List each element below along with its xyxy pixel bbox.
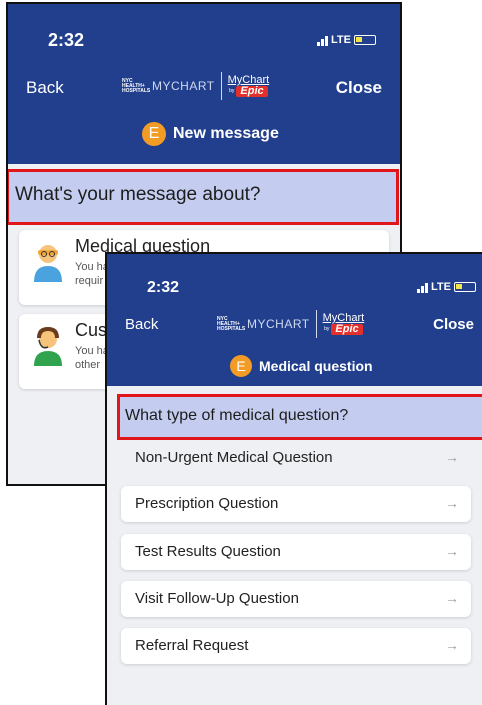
option-prescription-question[interactable]: Prescription Question → [121, 486, 471, 522]
user-avatar-badge: E [142, 122, 166, 146]
logo-divider [220, 72, 222, 100]
back-button[interactable]: Back [26, 78, 64, 98]
option-visit-follow-up-question[interactable]: Visit Follow-Up Question → [121, 581, 471, 617]
back-button[interactable]: Back [125, 316, 158, 333]
page-title: E Medical question [230, 355, 373, 377]
by-label: by [324, 326, 330, 332]
question-heading: What type of medical question? [117, 394, 482, 440]
option-label: Prescription Question [135, 495, 279, 512]
battery-icon [454, 282, 476, 292]
signal-icon [317, 35, 329, 46]
epic-label: Epic [331, 324, 363, 335]
app-name: MYCHART [152, 79, 215, 93]
status-indicators: LTE [417, 281, 476, 293]
by-label: by [229, 88, 235, 94]
status-time: 2:32 [48, 30, 85, 50]
arrow-right-icon: → [445, 449, 459, 465]
logo-divider [315, 310, 317, 338]
close-button[interactable]: Close [433, 316, 474, 333]
option-label: Referral Request [135, 637, 249, 654]
signal-icon [417, 282, 429, 293]
org-logo: NYC HEALTH+ HOSPITALS [217, 315, 246, 332]
support-agent-icon [34, 326, 62, 366]
option-label: Non-Urgent Medical Question [135, 449, 333, 466]
arrow-right-icon: → [445, 637, 459, 653]
arrow-right-icon: → [445, 543, 459, 559]
epic-label: Epic [236, 86, 268, 97]
network-label: LTE [431, 281, 451, 293]
page-title-text: Medical question [259, 358, 373, 374]
arrow-right-icon: → [445, 495, 459, 511]
option-label: Test Results Question [135, 543, 281, 560]
close-button[interactable]: Close [336, 78, 382, 98]
doctor-icon [34, 245, 62, 282]
network-label: LTE [331, 34, 351, 46]
epic-logo: MyChart by Epic [228, 75, 269, 97]
option-referral-request[interactable]: Referral Request → [121, 628, 471, 664]
option-label: Visit Follow-Up Question [135, 590, 299, 607]
option-test-results-question[interactable]: Test Results Question → [121, 534, 471, 570]
app-header: 2:32 LTE Back NYC HEALTH+ HOSPITALS MYCH… [107, 254, 482, 386]
question-heading: What's your message about? [8, 169, 399, 225]
page-title-text: New message [173, 125, 279, 142]
app-header: 2:32 LTE Back NYC HEALTH+ HOSPITALS MYCH… [8, 4, 400, 164]
battery-icon [354, 35, 376, 45]
org-logo: NYC HEALTH+ HOSPITALS [122, 77, 151, 94]
medical-question-screen: 2:32 LTE Back NYC HEALTH+ HOSPITALS MYCH… [105, 252, 482, 705]
epic-logo: MyChart by Epic [323, 313, 364, 335]
option-non-urgent-medical-question[interactable]: Non-Urgent Medical Question → [121, 440, 471, 476]
arrow-right-icon: → [445, 590, 459, 606]
app-name: MYCHART [247, 317, 310, 331]
status-indicators: LTE [317, 34, 376, 46]
page-title: E New message [142, 122, 279, 146]
user-avatar-badge: E [230, 355, 252, 377]
mychart-logo: NYC HEALTH+ HOSPITALS MYCHART MyChart by… [217, 310, 364, 338]
status-time: 2:32 [147, 279, 180, 296]
mychart-logo: NYC HEALTH+ HOSPITALS MYCHART MyChart by… [122, 72, 269, 100]
